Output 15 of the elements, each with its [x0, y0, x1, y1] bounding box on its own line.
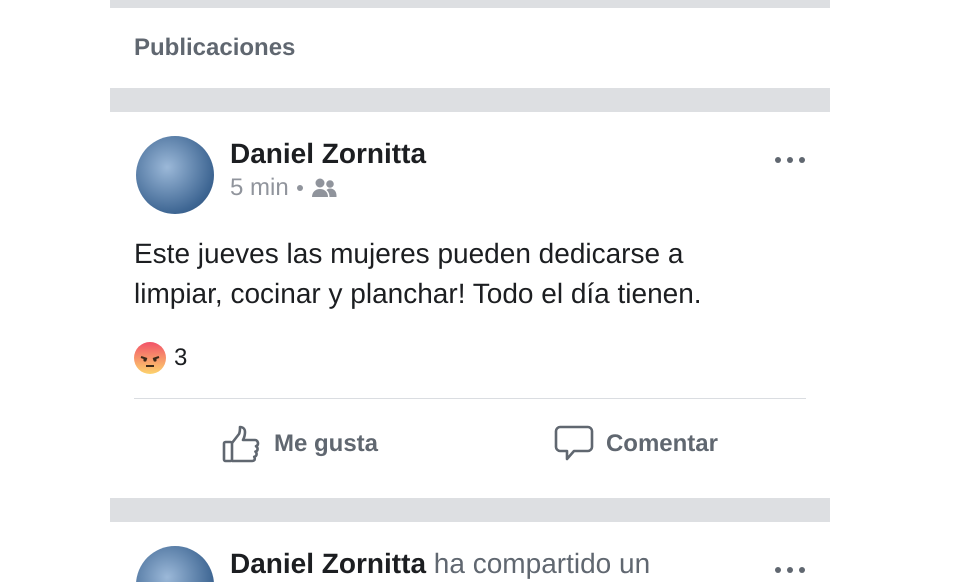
like-button[interactable]: Me gusta — [212, 417, 388, 471]
people-icon — [310, 178, 337, 198]
more-options-icon[interactable] — [774, 156, 806, 164]
angry-emoji-icon[interactable] — [134, 342, 166, 374]
comment-button[interactable]: Comentar — [544, 417, 728, 471]
reaction-count[interactable]: 3 — [174, 340, 188, 376]
author-name[interactable]: Daniel Zornitta — [230, 136, 774, 172]
section-title: Publicaciones — [134, 34, 296, 61]
thumbs-up-icon — [222, 425, 262, 463]
share-heading: Daniel Zornitta ha compartido un — [230, 547, 652, 581]
post-text: Este jueves las mujeres pueden dedicarse a limpiar, cocinar y planchar! Todo el día tienen. — [134, 237, 703, 311]
separator-dot-icon — [296, 184, 303, 191]
speech-bubble-icon — [554, 425, 594, 463]
post-time[interactable]: 5 min — [230, 172, 289, 204]
more-options-icon[interactable] — [774, 566, 806, 574]
